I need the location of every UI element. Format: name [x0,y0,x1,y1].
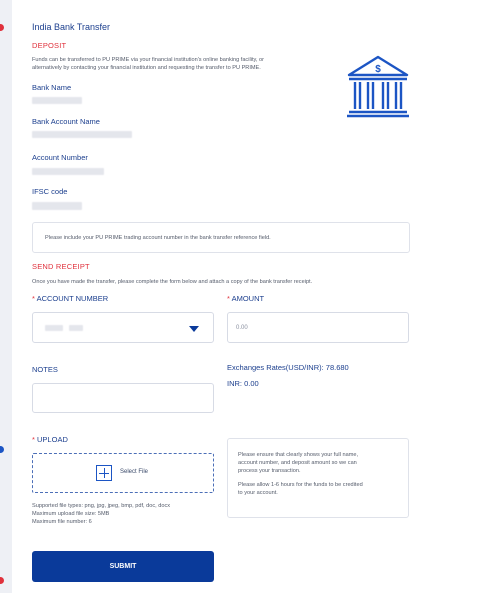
exchange-rate-text: Exchanges Rates(USD/INR): 78.680 [227,363,349,372]
bank-account-name-value [32,131,132,138]
upload-dropzone[interactable]: Select File [32,453,214,493]
upload-requirements: Supported file types: png, jpg, jpeg, bm… [32,502,170,527]
amount-input[interactable]: 0.00 [227,312,409,343]
amount-label: * AMOUNT [227,294,264,303]
upload-info-line: process your transaction. [238,468,301,475]
account-number-select[interactable] [32,312,214,343]
upload-info-line: account number, and deposit amount so we… [238,460,357,467]
ifsc-code-label: IFSC code [32,187,68,196]
send-receipt-instructions: Once you have made the transfer, please … [32,279,313,285]
ifsc-code-value [32,202,82,210]
amount-label-text: AMOUNT [231,294,265,303]
account-number-select-label-text: ACCOUNT NUMBER [36,294,109,303]
notes-input[interactable] [32,383,214,413]
svg-text:$: $ [375,64,381,75]
upload-label: * UPLOAD [32,435,68,444]
deposit-description-line: alternatively by contacting your financi… [32,65,261,72]
red-dot-indicator [0,577,4,584]
bank-name-label: Bank Name [32,83,72,92]
required-mark: * [32,294,35,303]
deposit-description: Funds can be transferred to PU PRIME via… [32,56,352,72]
account-number-info-value [32,168,104,175]
upload-info-line: Please ensure that clearly shows your fu… [238,452,359,458]
bank-name-value [32,97,82,104]
supported-file-types: Supported file types: png, jpg, jpeg, bm… [32,503,171,509]
required-mark: * [227,294,230,303]
account-number-selected-value [45,325,63,331]
bank-account-name-label: Bank Account Name [32,117,100,126]
plus-icon[interactable] [96,465,112,481]
required-mark: * [32,435,35,444]
deposit-heading: DEPOSIT [32,41,67,50]
account-number-selected-value-suffix [69,325,83,331]
upload-info-line: to your account. [238,489,278,496]
amount-placeholder: 0.00 [236,325,248,331]
page-title: India Bank Transfer [32,22,111,32]
caret-down-icon[interactable] [189,326,199,332]
upload-info-text: Please ensure that clearly shows your fu… [238,451,402,497]
account-number-info-label: Account Number [32,153,88,162]
upload-info-line: Please allow 1-6 hours for the funds to … [238,481,363,488]
send-receipt-heading: SEND RECEIPT [32,262,90,271]
account-number-select-label: * ACCOUNT NUMBER [32,294,108,303]
upload-info-box: Please ensure that clearly shows your fu… [227,438,409,518]
max-file-size: Maximum upload file size: 5MB [32,511,110,518]
select-file-button[interactable]: Select File [120,469,148,475]
submit-button[interactable]: SUBMIT [32,551,214,582]
reference-notice-text: Please include your PU PRIME trading acc… [45,235,271,241]
notes-label: NOTES [32,365,58,374]
blue-dot-indicator [0,446,4,453]
inr-amount-text: INR: 0.00 [227,379,259,388]
upload-label-text: UPLOAD [37,435,68,444]
reference-notice-box: Please include your PU PRIME trading acc… [32,222,410,253]
deposit-description-line: Funds can be transferred to PU PRIME via… [32,57,264,63]
red-dot-indicator [0,24,4,31]
max-file-number: Maximum file number: 6 [32,519,92,526]
bank-icon: $ [345,53,411,119]
